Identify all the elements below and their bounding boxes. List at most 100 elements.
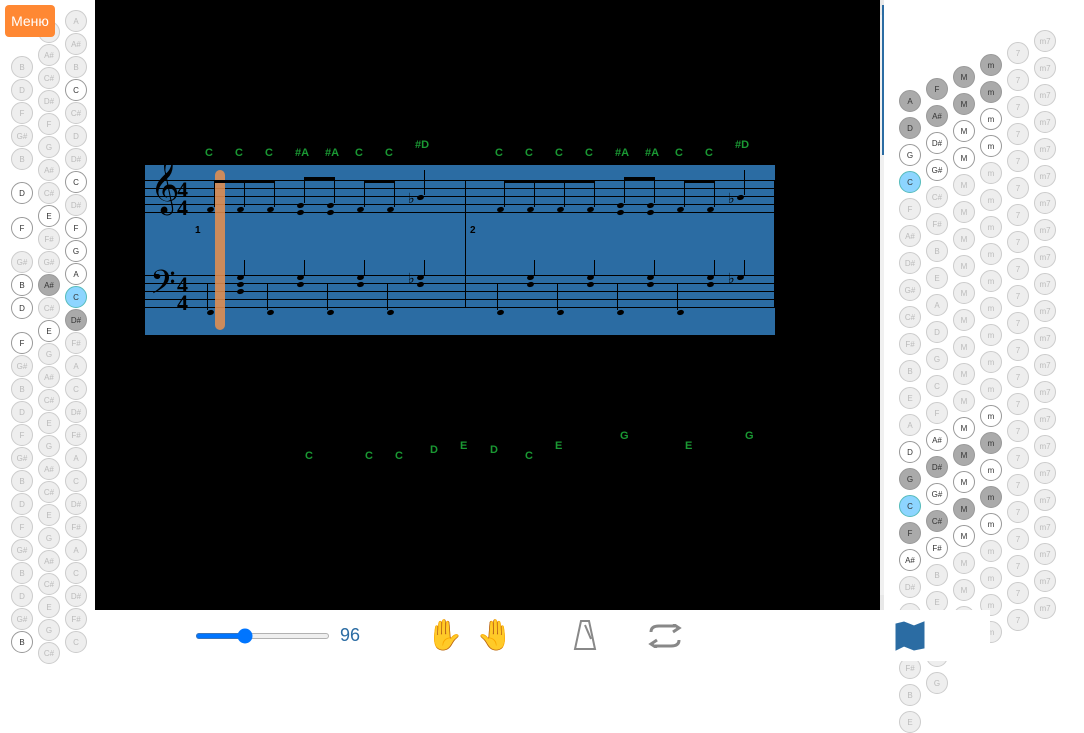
kb-left[interactable]: B: [65, 56, 87, 78]
kb-right[interactable]: B: [926, 564, 948, 586]
kb-right[interactable]: 7: [1007, 123, 1029, 145]
kb-left[interactable]: G: [38, 136, 60, 158]
kb-left[interactable]: G#: [11, 608, 33, 630]
kb-right[interactable]: m7: [1034, 165, 1056, 187]
kb-right[interactable]: A#: [926, 429, 948, 451]
kb-right[interactable]: 7: [1007, 177, 1029, 199]
kb-left[interactable]: F: [11, 516, 33, 538]
menu-button[interactable]: Меню: [5, 5, 55, 37]
kb-right[interactable]: E: [926, 267, 948, 289]
kb-left[interactable]: D#: [65, 401, 87, 423]
kb-left[interactable]: D: [11, 401, 33, 423]
kb-left[interactable]: C: [65, 470, 87, 492]
kb-left[interactable]: B: [11, 378, 33, 400]
kb-right[interactable]: M: [953, 309, 975, 331]
kb-right[interactable]: B: [899, 684, 921, 706]
kb-right[interactable]: M: [953, 201, 975, 223]
playhead[interactable]: [215, 170, 225, 330]
kb-right[interactable]: m7: [1034, 84, 1056, 106]
kb-left[interactable]: D#: [38, 90, 60, 112]
kb-right[interactable]: m: [980, 297, 1002, 319]
kb-left[interactable]: A#: [38, 159, 60, 181]
kb-right[interactable]: m: [980, 486, 1002, 508]
kb-right[interactable]: M: [953, 120, 975, 142]
kb-right[interactable]: M: [953, 228, 975, 250]
kb-left[interactable]: E: [38, 596, 60, 618]
kb-right[interactable]: F#: [926, 213, 948, 235]
kb-left[interactable]: C: [65, 378, 87, 400]
kb-right[interactable]: G: [926, 348, 948, 370]
kb-right[interactable]: B: [926, 240, 948, 262]
kb-right[interactable]: C: [926, 375, 948, 397]
kb-left[interactable]: G: [38, 527, 60, 549]
kb-right[interactable]: A#: [899, 225, 921, 247]
kb-right[interactable]: M: [953, 66, 975, 88]
kb-right[interactable]: A#: [926, 105, 948, 127]
kb-right[interactable]: M: [953, 363, 975, 385]
kb-left[interactable]: E: [38, 320, 60, 342]
kb-right[interactable]: 7: [1007, 447, 1029, 469]
kb-left[interactable]: D#: [65, 148, 87, 170]
kb-left[interactable]: D: [65, 125, 87, 147]
kb-right[interactable]: M: [953, 579, 975, 601]
kb-left[interactable]: D#: [65, 585, 87, 607]
kb-left[interactable]: A: [65, 263, 87, 285]
kb-right[interactable]: m: [980, 243, 1002, 265]
kb-left[interactable]: A#: [38, 44, 60, 66]
kb-right[interactable]: F: [926, 78, 948, 100]
kb-right[interactable]: E: [899, 387, 921, 409]
kb-right[interactable]: m7: [1034, 597, 1056, 619]
kb-right[interactable]: M: [953, 93, 975, 115]
kb-right[interactable]: m7: [1034, 300, 1056, 322]
kb-right[interactable]: C#: [926, 510, 948, 532]
sections-button[interactable]: [890, 616, 930, 656]
kb-left[interactable]: F: [65, 217, 87, 239]
kb-left[interactable]: C: [65, 171, 87, 193]
kb-right[interactable]: 7: [1007, 150, 1029, 172]
kb-right[interactable]: 7: [1007, 312, 1029, 334]
kb-right[interactable]: C: [899, 171, 921, 193]
kb-right[interactable]: A: [926, 294, 948, 316]
kb-right[interactable]: 7: [1007, 393, 1029, 415]
kb-left[interactable]: A: [65, 355, 87, 377]
kb-left[interactable]: F#: [65, 332, 87, 354]
kb-right[interactable]: m: [980, 459, 1002, 481]
kb-right[interactable]: m7: [1034, 246, 1056, 268]
kb-right[interactable]: m: [980, 189, 1002, 211]
kb-left[interactable]: C#: [65, 102, 87, 124]
kb-left[interactable]: G: [38, 343, 60, 365]
kb-left[interactable]: G#: [11, 125, 33, 147]
kb-left[interactable]: F: [11, 332, 33, 354]
kb-right[interactable]: G#: [899, 279, 921, 301]
kb-right[interactable]: m7: [1034, 327, 1056, 349]
kb-left[interactable]: C#: [38, 67, 60, 89]
kb-right[interactable]: 7: [1007, 555, 1029, 577]
kb-right[interactable]: 7: [1007, 96, 1029, 118]
kb-right[interactable]: m7: [1034, 273, 1056, 295]
kb-right[interactable]: F: [926, 402, 948, 424]
kb-right[interactable]: C#: [926, 186, 948, 208]
kb-right[interactable]: F: [899, 522, 921, 544]
kb-right[interactable]: m7: [1034, 219, 1056, 241]
kb-right[interactable]: F: [899, 198, 921, 220]
kb-left[interactable]: A: [65, 539, 87, 561]
kb-left[interactable]: C: [65, 631, 87, 653]
kb-right[interactable]: A: [899, 414, 921, 436]
kb-left[interactable]: D#: [65, 493, 87, 515]
kb-left[interactable]: B: [11, 470, 33, 492]
kb-right[interactable]: B: [899, 360, 921, 382]
kb-right[interactable]: 7: [1007, 501, 1029, 523]
kb-right[interactable]: M: [953, 147, 975, 169]
kb-right[interactable]: m7: [1034, 138, 1056, 160]
kb-left[interactable]: B: [11, 274, 33, 296]
kb-left[interactable]: C#: [38, 573, 60, 595]
kb-right[interactable]: C#: [899, 306, 921, 328]
score-area[interactable]: 𝄞 𝄢 4 4 4 4 1 2 C C C #A #A C C #D C C C…: [95, 0, 880, 610]
kb-right[interactable]: m: [980, 513, 1002, 535]
kb-right[interactable]: m7: [1034, 435, 1056, 457]
kb-left[interactable]: D: [11, 585, 33, 607]
kb-right[interactable]: G#: [926, 159, 948, 181]
kb-right[interactable]: m: [980, 108, 1002, 130]
kb-left[interactable]: D#: [65, 309, 87, 331]
kb-right[interactable]: m: [980, 405, 1002, 427]
